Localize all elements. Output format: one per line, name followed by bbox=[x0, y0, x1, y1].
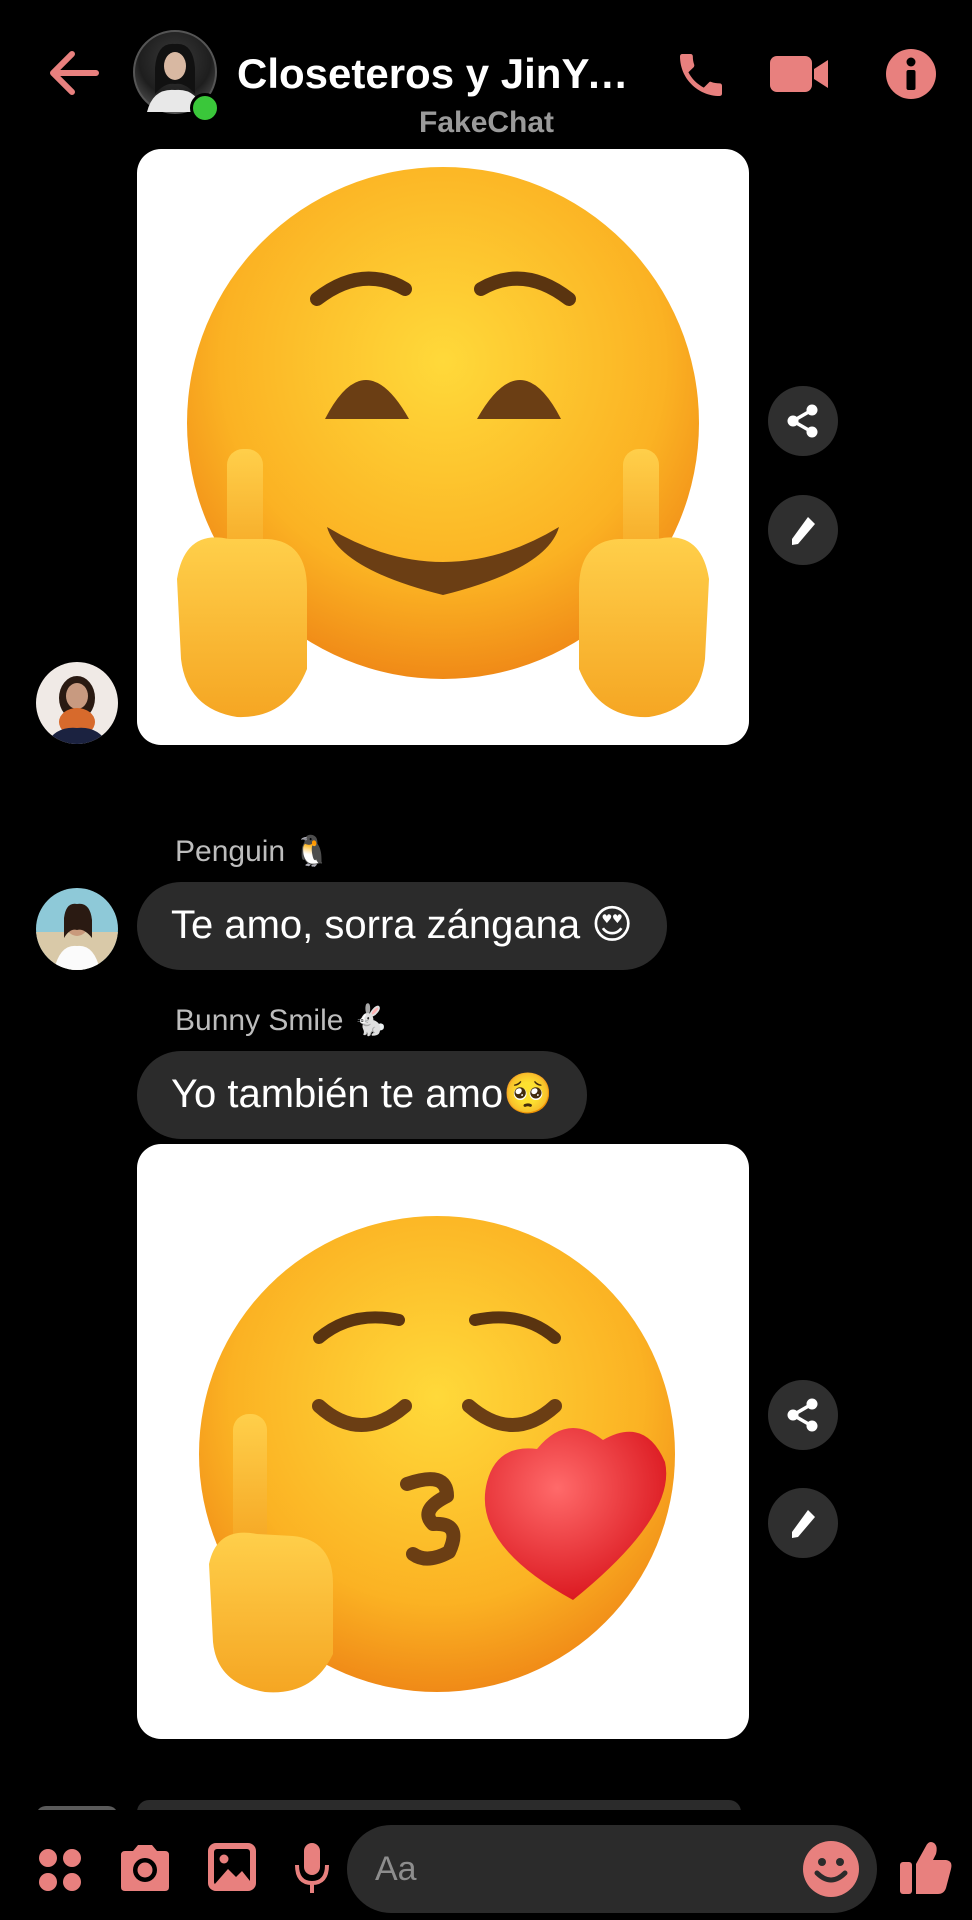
pencil-icon bbox=[792, 517, 815, 545]
thumbs-up-icon bbox=[900, 1842, 952, 1894]
sender-name: Penguin 🐧 bbox=[175, 835, 331, 868]
edit-button[interactable] bbox=[768, 1488, 838, 1558]
sender-name: Bunny Smile 🐇 bbox=[175, 1004, 390, 1037]
share-icon bbox=[787, 404, 818, 438]
conversation-info-button[interactable] bbox=[881, 44, 941, 104]
gallery-button[interactable] bbox=[203, 1838, 261, 1896]
info-icon bbox=[886, 49, 936, 99]
phone-icon bbox=[680, 54, 722, 96]
camera-icon bbox=[121, 1845, 169, 1891]
back-button[interactable] bbox=[40, 40, 106, 106]
gallery-icon bbox=[208, 1843, 256, 1891]
camera-button[interactable] bbox=[115, 1839, 175, 1897]
message-input-placeholder[interactable]: Aa bbox=[375, 1849, 417, 1889]
online-status-indicator bbox=[190, 93, 220, 123]
microphone-icon bbox=[295, 1843, 329, 1893]
apps-icon bbox=[39, 1849, 81, 1891]
avatar-photo-icon bbox=[36, 662, 118, 744]
message-bubble[interactable]: Yo también te amo🥺 bbox=[137, 1051, 587, 1139]
share-icon bbox=[787, 1398, 818, 1432]
smiling-face-middle-fingers-image bbox=[177, 167, 709, 718]
video-camera-icon bbox=[770, 56, 828, 92]
image-message[interactable] bbox=[137, 149, 749, 745]
share-button[interactable] bbox=[768, 1380, 838, 1450]
voice-message-button[interactable] bbox=[290, 1838, 334, 1898]
edit-button[interactable] bbox=[768, 495, 838, 565]
chat-subtitle: FakeChat bbox=[419, 106, 555, 139]
message-input[interactable] bbox=[347, 1825, 877, 1913]
video-call-button[interactable] bbox=[768, 46, 832, 102]
avatar-photo-icon bbox=[36, 888, 118, 970]
smiley-icon bbox=[803, 1841, 859, 1897]
pencil-icon bbox=[792, 1510, 815, 1538]
share-button[interactable] bbox=[768, 386, 838, 456]
apps-button[interactable] bbox=[32, 1842, 88, 1898]
sender-avatar[interactable] bbox=[36, 888, 118, 970]
message-bubble[interactable]: Te amo, sorra zángana 😍 bbox=[137, 882, 667, 970]
image-message[interactable] bbox=[137, 1144, 749, 1739]
chat-title[interactable]: Closeteros y JinYo… bbox=[237, 44, 637, 104]
kissing-face-middle-finger-image bbox=[199, 1216, 675, 1693]
sender-avatar[interactable] bbox=[36, 662, 118, 744]
arrow-left-icon bbox=[50, 51, 99, 95]
voice-call-button[interactable] bbox=[668, 44, 734, 106]
emoji-button[interactable] bbox=[800, 1838, 862, 1900]
like-button[interactable] bbox=[897, 1836, 955, 1898]
